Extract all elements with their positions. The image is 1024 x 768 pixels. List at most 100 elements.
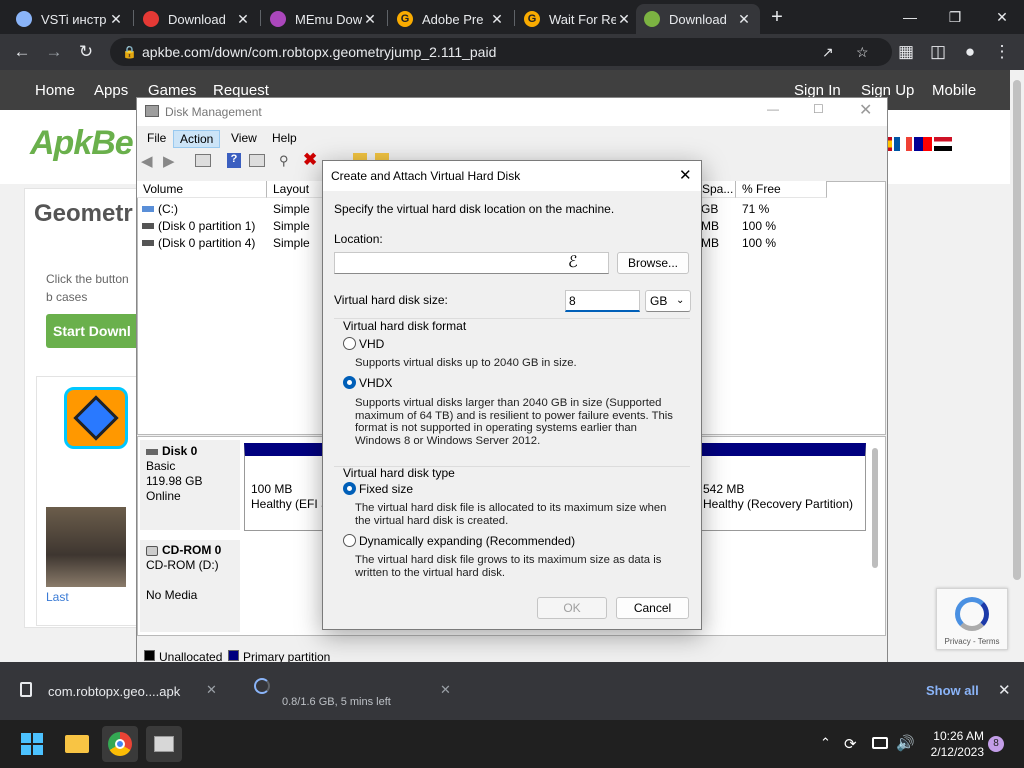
clock[interactable]: 10:26 AM 2/12/2023: [918, 728, 984, 760]
tab-close-icon[interactable]: ✕: [235, 11, 251, 28]
france-flag-icon[interactable]: [894, 137, 912, 151]
dynamic-label[interactable]: Dynamically expanding (Recommended): [359, 534, 575, 548]
chrome-icon[interactable]: [102, 726, 138, 762]
last-link[interactable]: Last: [46, 590, 69, 604]
col-space[interactable]: Spa...: [700, 181, 736, 198]
cdrom-label[interactable]: CD-ROM 0 CD-ROM (D:) No Media: [140, 540, 240, 632]
reload-icon[interactable]: ↻: [74, 40, 98, 64]
console-icon[interactable]: [195, 154, 211, 167]
partition-efi[interactable]: 100 MB Healthy (EFI S: [244, 443, 324, 531]
back-arrow-icon[interactable]: ◀: [141, 152, 153, 170]
nav-home[interactable]: Home: [35, 82, 75, 99]
disk-management-taskbar-icon[interactable]: [146, 726, 182, 762]
browser-tab[interactable]: Download ✕: [636, 4, 760, 34]
site-logo[interactable]: ApkBe: [30, 124, 134, 163]
dm-maximize-button[interactable]: ☐: [813, 102, 824, 116]
profile-icon[interactable]: ●: [958, 40, 982, 64]
vhd-label[interactable]: VHD: [359, 337, 384, 351]
browse-button[interactable]: Browse...: [617, 252, 689, 274]
cancel-button[interactable]: Cancel: [616, 597, 689, 619]
browser-tab[interactable]: G Adobe Pre ✕: [389, 4, 513, 34]
sidepanel-icon[interactable]: ◫: [926, 40, 950, 64]
browser-tab[interactable]: MEmu Dow ✕: [262, 4, 386, 34]
close-window-button[interactable]: ✕: [982, 5, 1022, 29]
monitor-icon[interactable]: [872, 737, 888, 749]
egypt-flag-icon[interactable]: [934, 137, 952, 151]
close-shelf-icon[interactable]: ✕: [998, 681, 1011, 699]
vhdx-label[interactable]: VHDX: [359, 376, 392, 390]
forward-arrow-icon[interactable]: ▶: [163, 152, 175, 170]
size-unit-select[interactable]: GB ⌄: [645, 290, 691, 312]
partition-recovery[interactable]: 542 MB Healthy (Recovery Partition): [700, 443, 866, 531]
show-all-link[interactable]: Show all: [926, 683, 979, 698]
dynamic-radio[interactable]: [343, 534, 356, 547]
menu-file[interactable]: File: [141, 130, 172, 146]
file-explorer-icon[interactable]: [59, 726, 95, 762]
sync-icon[interactable]: ⟳: [844, 735, 857, 753]
tab-title: Wait For Re: [549, 11, 616, 27]
forward-icon[interactable]: →: [42, 40, 66, 64]
restore-window-button[interactable]: ❐: [935, 5, 975, 29]
geometry-dash-app-icon[interactable]: [64, 387, 128, 449]
properties-icon[interactable]: [249, 154, 265, 167]
dm-close-button[interactable]: ✕: [859, 100, 872, 120]
browser-tab[interactable]: G Wait For Re ✕: [516, 4, 640, 34]
graph-scrollbar[interactable]: [872, 448, 878, 568]
connect-icon[interactable]: ⚲: [279, 153, 289, 169]
menu-view[interactable]: View: [225, 130, 263, 146]
globe-icon: [16, 11, 32, 27]
tab-close-icon[interactable]: ✕: [736, 11, 752, 28]
dm-minimize-button[interactable]: —: [767, 102, 779, 116]
taiwan-flag-icon[interactable]: [914, 137, 932, 151]
tab-close-icon[interactable]: ✕: [362, 11, 378, 28]
fixed-size-radio[interactable]: [343, 482, 356, 495]
menu-help[interactable]: Help: [266, 130, 303, 146]
tab-close-icon[interactable]: ✕: [489, 11, 505, 28]
menu-action[interactable]: Action: [173, 130, 221, 148]
extensions-icon[interactable]: ▦: [894, 40, 918, 64]
start-icon[interactable]: [14, 726, 50, 762]
recaptcha-badge[interactable]: Privacy - Terms: [936, 588, 1008, 650]
help-icon[interactable]: ?: [227, 153, 241, 168]
download-item-1[interactable]: com.robtopx.geo....apk ✕: [12, 672, 232, 710]
bookmark-star-icon[interactable]: ☆: [856, 38, 869, 66]
partition-recovery-size: 542 MB: [703, 482, 745, 496]
game-thumbnail-image[interactable]: [46, 507, 126, 587]
url-text: apkbe.com/down/com.robtopx.geometryjump_…: [142, 44, 497, 60]
delete-icon[interactable]: ✖: [303, 150, 317, 170]
ok-button[interactable]: OK: [537, 597, 607, 619]
page-title: Geometr: [34, 200, 133, 227]
notification-badge[interactable]: 8: [988, 736, 1004, 752]
browser-tab[interactable]: Download ✕: [135, 4, 259, 34]
col-volume[interactable]: Volume: [137, 181, 267, 198]
vhdx-radio[interactable]: [343, 376, 356, 389]
volume-icon[interactable]: 🔊: [896, 734, 915, 752]
col-layout[interactable]: Layout: [267, 181, 329, 198]
download-1-dismiss-icon[interactable]: ✕: [206, 682, 217, 698]
back-icon[interactable]: ←: [10, 40, 34, 64]
address-bar[interactable]: 🔒 apkbe.com/down/com.robtopx.geometryjum…: [110, 38, 892, 66]
new-tab-button[interactable]: +: [765, 5, 789, 29]
tab-close-icon[interactable]: ✕: [616, 11, 632, 28]
nav-mobile[interactable]: Mobile: [932, 82, 976, 99]
dynamic-description: The virtual hard disk file grows to its …: [355, 554, 662, 579]
page-scrollbar[interactable]: [1010, 70, 1024, 662]
language-flags[interactable]: [884, 137, 954, 151]
minimize-window-button[interactable]: —: [890, 5, 930, 29]
col-free[interactable]: % Free: [736, 181, 827, 198]
size-input[interactable]: 8: [565, 290, 640, 312]
download-item-2[interactable]: 0.8/1.6 GB, 5 mins left ✕: [246, 672, 466, 710]
menu-icon[interactable]: ⋮: [990, 40, 1014, 64]
download-2-dismiss-icon[interactable]: ✕: [440, 682, 451, 698]
dialog-close-button[interactable]: ✕: [679, 166, 692, 184]
disk0-label[interactable]: Disk 0 Basic 119.98 GB Online: [140, 440, 240, 530]
fixed-size-label[interactable]: Fixed size: [359, 482, 413, 496]
nav-apps[interactable]: Apps: [94, 82, 128, 99]
clock-date: 2/12/2023: [930, 745, 984, 759]
browser-tab[interactable]: VSTi инстр ✕: [8, 4, 132, 34]
recaptcha-links[interactable]: Privacy - Terms: [937, 637, 1007, 646]
share-icon[interactable]: ↗: [822, 38, 834, 66]
tab-close-icon[interactable]: ✕: [108, 11, 124, 28]
vhd-radio[interactable]: [343, 337, 356, 350]
chevron-up-icon[interactable]: ⌃: [820, 735, 831, 751]
